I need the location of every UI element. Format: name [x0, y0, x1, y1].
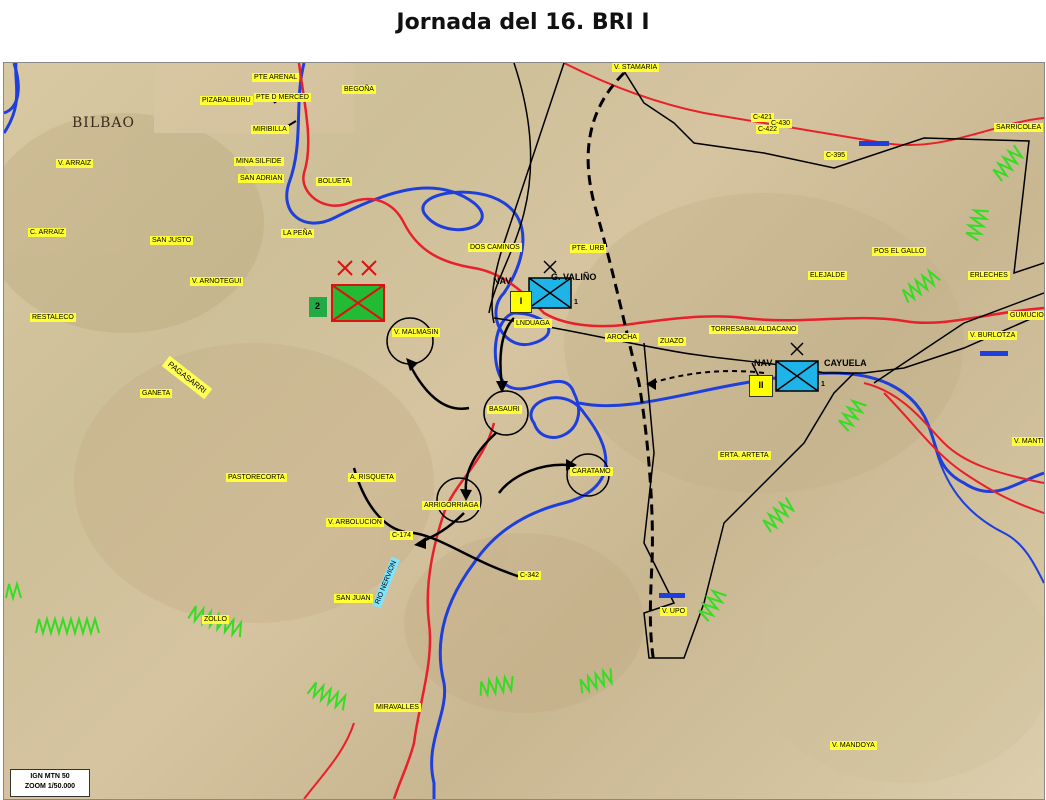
label-c342[interactable]: C-342: [518, 571, 542, 580]
label-v-malmasin[interactable]: V. MALMASIN: [392, 328, 441, 337]
road-north: [563, 63, 1044, 147]
label-zollo[interactable]: ZOLLO: [202, 615, 229, 624]
label-zuazo[interactable]: ZUAZO: [658, 337, 686, 346]
label-v-mandoya[interactable]: V. MANDOYA: [830, 741, 877, 750]
label-torresabalaldacano[interactable]: TORRESABALALDACANO: [709, 325, 799, 334]
label-sarricolea[interactable]: SARRICOLEA: [994, 123, 1044, 132]
label-miribilla[interactable]: MIRIBILLA: [251, 125, 289, 134]
terrain-shading: [4, 63, 1044, 783]
label-a-risqueta[interactable]: A. RISQUETA: [348, 473, 396, 482]
map-title: Jornada del 16. BRI I: [396, 10, 650, 35]
scale-line-2: ZOOM 1/50.000: [24, 783, 76, 790]
road-southwest: [303, 722, 355, 799]
map-canvas[interactable]: BILBAO NAV G. VALIÑO I 1 NAV CAYUELA II …: [3, 62, 1045, 800]
label-pastorecorta[interactable]: PASTORECORTA: [226, 473, 287, 482]
unit-nav-left: NAV: [493, 276, 512, 286]
label-v-arbolucion[interactable]: V. ARBOLUCION: [326, 518, 384, 527]
label-mina-silfide[interactable]: MINA SILFIDE: [234, 157, 284, 166]
label-san-justo[interactable]: SAN JUSTO: [150, 236, 194, 245]
enemy-unit-symbol: [309, 260, 385, 322]
map-print-bilbao: BILBAO: [72, 115, 135, 131]
label-restaleco[interactable]: RESTALECO: [30, 313, 76, 322]
unit-sub-left: 1: [574, 299, 578, 306]
label-begona[interactable]: BEGOÑA: [342, 85, 376, 94]
label-v-stamaria[interactable]: V. STAMARIA: [612, 63, 660, 72]
label-arocha[interactable]: AROCHA: [605, 333, 639, 342]
map-overlay: [4, 63, 1044, 799]
label-erta-arteta[interactable]: ERTA. ARTETA: [718, 451, 771, 460]
label-v-mantil[interactable]: V. MANTIL: [1012, 437, 1044, 446]
label-san-juan[interactable]: SAN JUAN: [334, 594, 373, 603]
label-v-burlotza[interactable]: V. BURLOTZA: [968, 331, 1018, 340]
scale-box: IGN MTN 50 ZOOM 1/50.000: [10, 769, 90, 797]
label-lnduaga[interactable]: LNDUAGA: [514, 319, 552, 328]
label-la-pena[interactable]: LA PEÑA: [281, 229, 315, 238]
unit-sub-right: 1: [821, 381, 825, 388]
enemy-flag-number: 2: [315, 301, 321, 311]
unit-name-cayuela: CAYUELA: [824, 358, 867, 368]
label-pte-merced[interactable]: PTE D MERCED: [254, 93, 311, 102]
unit-nav-right: NAV: [754, 358, 773, 368]
label-c174[interactable]: C-174: [390, 531, 414, 540]
label-pte-urb[interactable]: PTE. URB: [570, 244, 607, 253]
label-c395[interactable]: C-395: [824, 151, 848, 160]
label-bolueta[interactable]: BOLUETA: [316, 177, 353, 186]
unit-name-valino: G. VALIÑO: [551, 272, 597, 282]
label-v-arnotegui[interactable]: V. ARNOTEGUI: [190, 277, 244, 286]
unit-bn-ii: II: [749, 375, 773, 397]
label-pizabalburu[interactable]: PIZABALBURU: [200, 96, 253, 105]
label-pos-el-gallo[interactable]: POS EL GALLO: [872, 247, 927, 256]
label-san-adrian[interactable]: SAN ADRIAN: [238, 174, 285, 183]
label-elejalde[interactable]: ELEJALDE: [808, 271, 848, 280]
label-c-arraiz[interactable]: C. ARRAIZ: [28, 228, 67, 237]
label-erleches[interactable]: ERLECHES: [968, 271, 1010, 280]
unit-bn-i: I: [510, 291, 532, 313]
label-dos-caminos[interactable]: DOS CAMINOS: [468, 243, 522, 252]
label-miravalles[interactable]: MIRAVALLES: [374, 703, 421, 712]
label-ganeta[interactable]: GANETA: [140, 389, 173, 398]
label-gumucio[interactable]: GUMUCIO: [1008, 311, 1044, 320]
label-v-arraiz[interactable]: V. ARRAIZ: [56, 159, 94, 168]
label-basauri[interactable]: BASAURI: [487, 405, 522, 414]
label-c422[interactable]: C-422: [756, 125, 780, 134]
scale-line-1: IGN MTN 50: [30, 773, 70, 780]
label-pte-arenal[interactable]: PTE ARENAL: [252, 73, 300, 82]
label-caratamo[interactable]: CARATAMO: [570, 467, 613, 476]
label-arrigorriaga[interactable]: ARRIGORRIAGA: [422, 501, 481, 510]
label-v-upo[interactable]: V. UPO: [660, 607, 688, 616]
